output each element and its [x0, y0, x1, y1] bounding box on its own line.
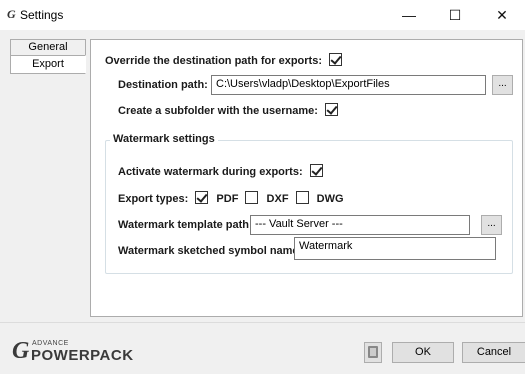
override-row: Override the destination path for export…: [105, 53, 343, 67]
override-checkbox[interactable]: [329, 53, 343, 66]
template-browse-button[interactable]: ...: [481, 215, 502, 235]
tab-general[interactable]: General: [10, 39, 86, 56]
help-book-icon: [368, 346, 378, 358]
logo-powerpack-text: POWERPACK: [31, 347, 134, 364]
title-bar: G Settings — ☐ ✕: [0, 0, 525, 30]
dwg-label: DWG: [316, 193, 344, 205]
logo-mark-icon: G: [12, 338, 30, 364]
app-icon: G: [7, 7, 16, 21]
symbol-name-input[interactable]: Watermark: [294, 237, 496, 260]
maximize-button[interactable]: ☐: [432, 0, 478, 30]
window-title: Settings: [20, 8, 64, 22]
dxf-label: DXF: [266, 193, 289, 205]
template-label: Watermark template path:: [118, 219, 253, 231]
subfolder-label: Create a subfolder with the username:: [118, 105, 318, 117]
watermark-group-title: Watermark settings: [110, 133, 218, 145]
destination-path-input[interactable]: C:\Users\vladp\Desktop\ExportFiles: [211, 75, 486, 95]
destination-browse-button[interactable]: ...: [492, 75, 513, 95]
export-types-label: Export types:: [118, 193, 189, 205]
close-button[interactable]: ✕: [479, 0, 525, 30]
override-label: Override the destination path for export…: [105, 55, 322, 67]
pdf-checkbox[interactable]: [195, 191, 209, 204]
activate-label: Activate watermark during exports:: [118, 166, 303, 178]
footer-divider: [0, 322, 525, 323]
ok-button[interactable]: OK: [392, 342, 454, 363]
subfolder-checkbox[interactable]: [324, 103, 338, 116]
subfolder-row: Create a subfolder with the username:: [118, 103, 338, 117]
help-button[interactable]: [364, 342, 382, 363]
export-types-row: Export types: PDF DXF DWG: [118, 191, 344, 205]
symbol-label: Watermark sketched symbol name:: [118, 245, 303, 257]
cancel-button[interactable]: Cancel: [462, 342, 525, 363]
dwg-checkbox[interactable]: [295, 191, 309, 204]
dxf-checkbox[interactable]: [245, 191, 259, 204]
logo-advance-text: ADVANCE: [32, 340, 69, 347]
destination-label: Destination path:: [118, 79, 208, 91]
activate-checkbox[interactable]: [309, 164, 323, 177]
minimize-button[interactable]: —: [386, 0, 432, 30]
tab-export[interactable]: Export: [10, 55, 86, 74]
activate-row: Activate watermark during exports:: [118, 164, 323, 178]
template-path-input[interactable]: --- Vault Server ---: [250, 215, 470, 235]
pdf-label: PDF: [216, 193, 239, 205]
